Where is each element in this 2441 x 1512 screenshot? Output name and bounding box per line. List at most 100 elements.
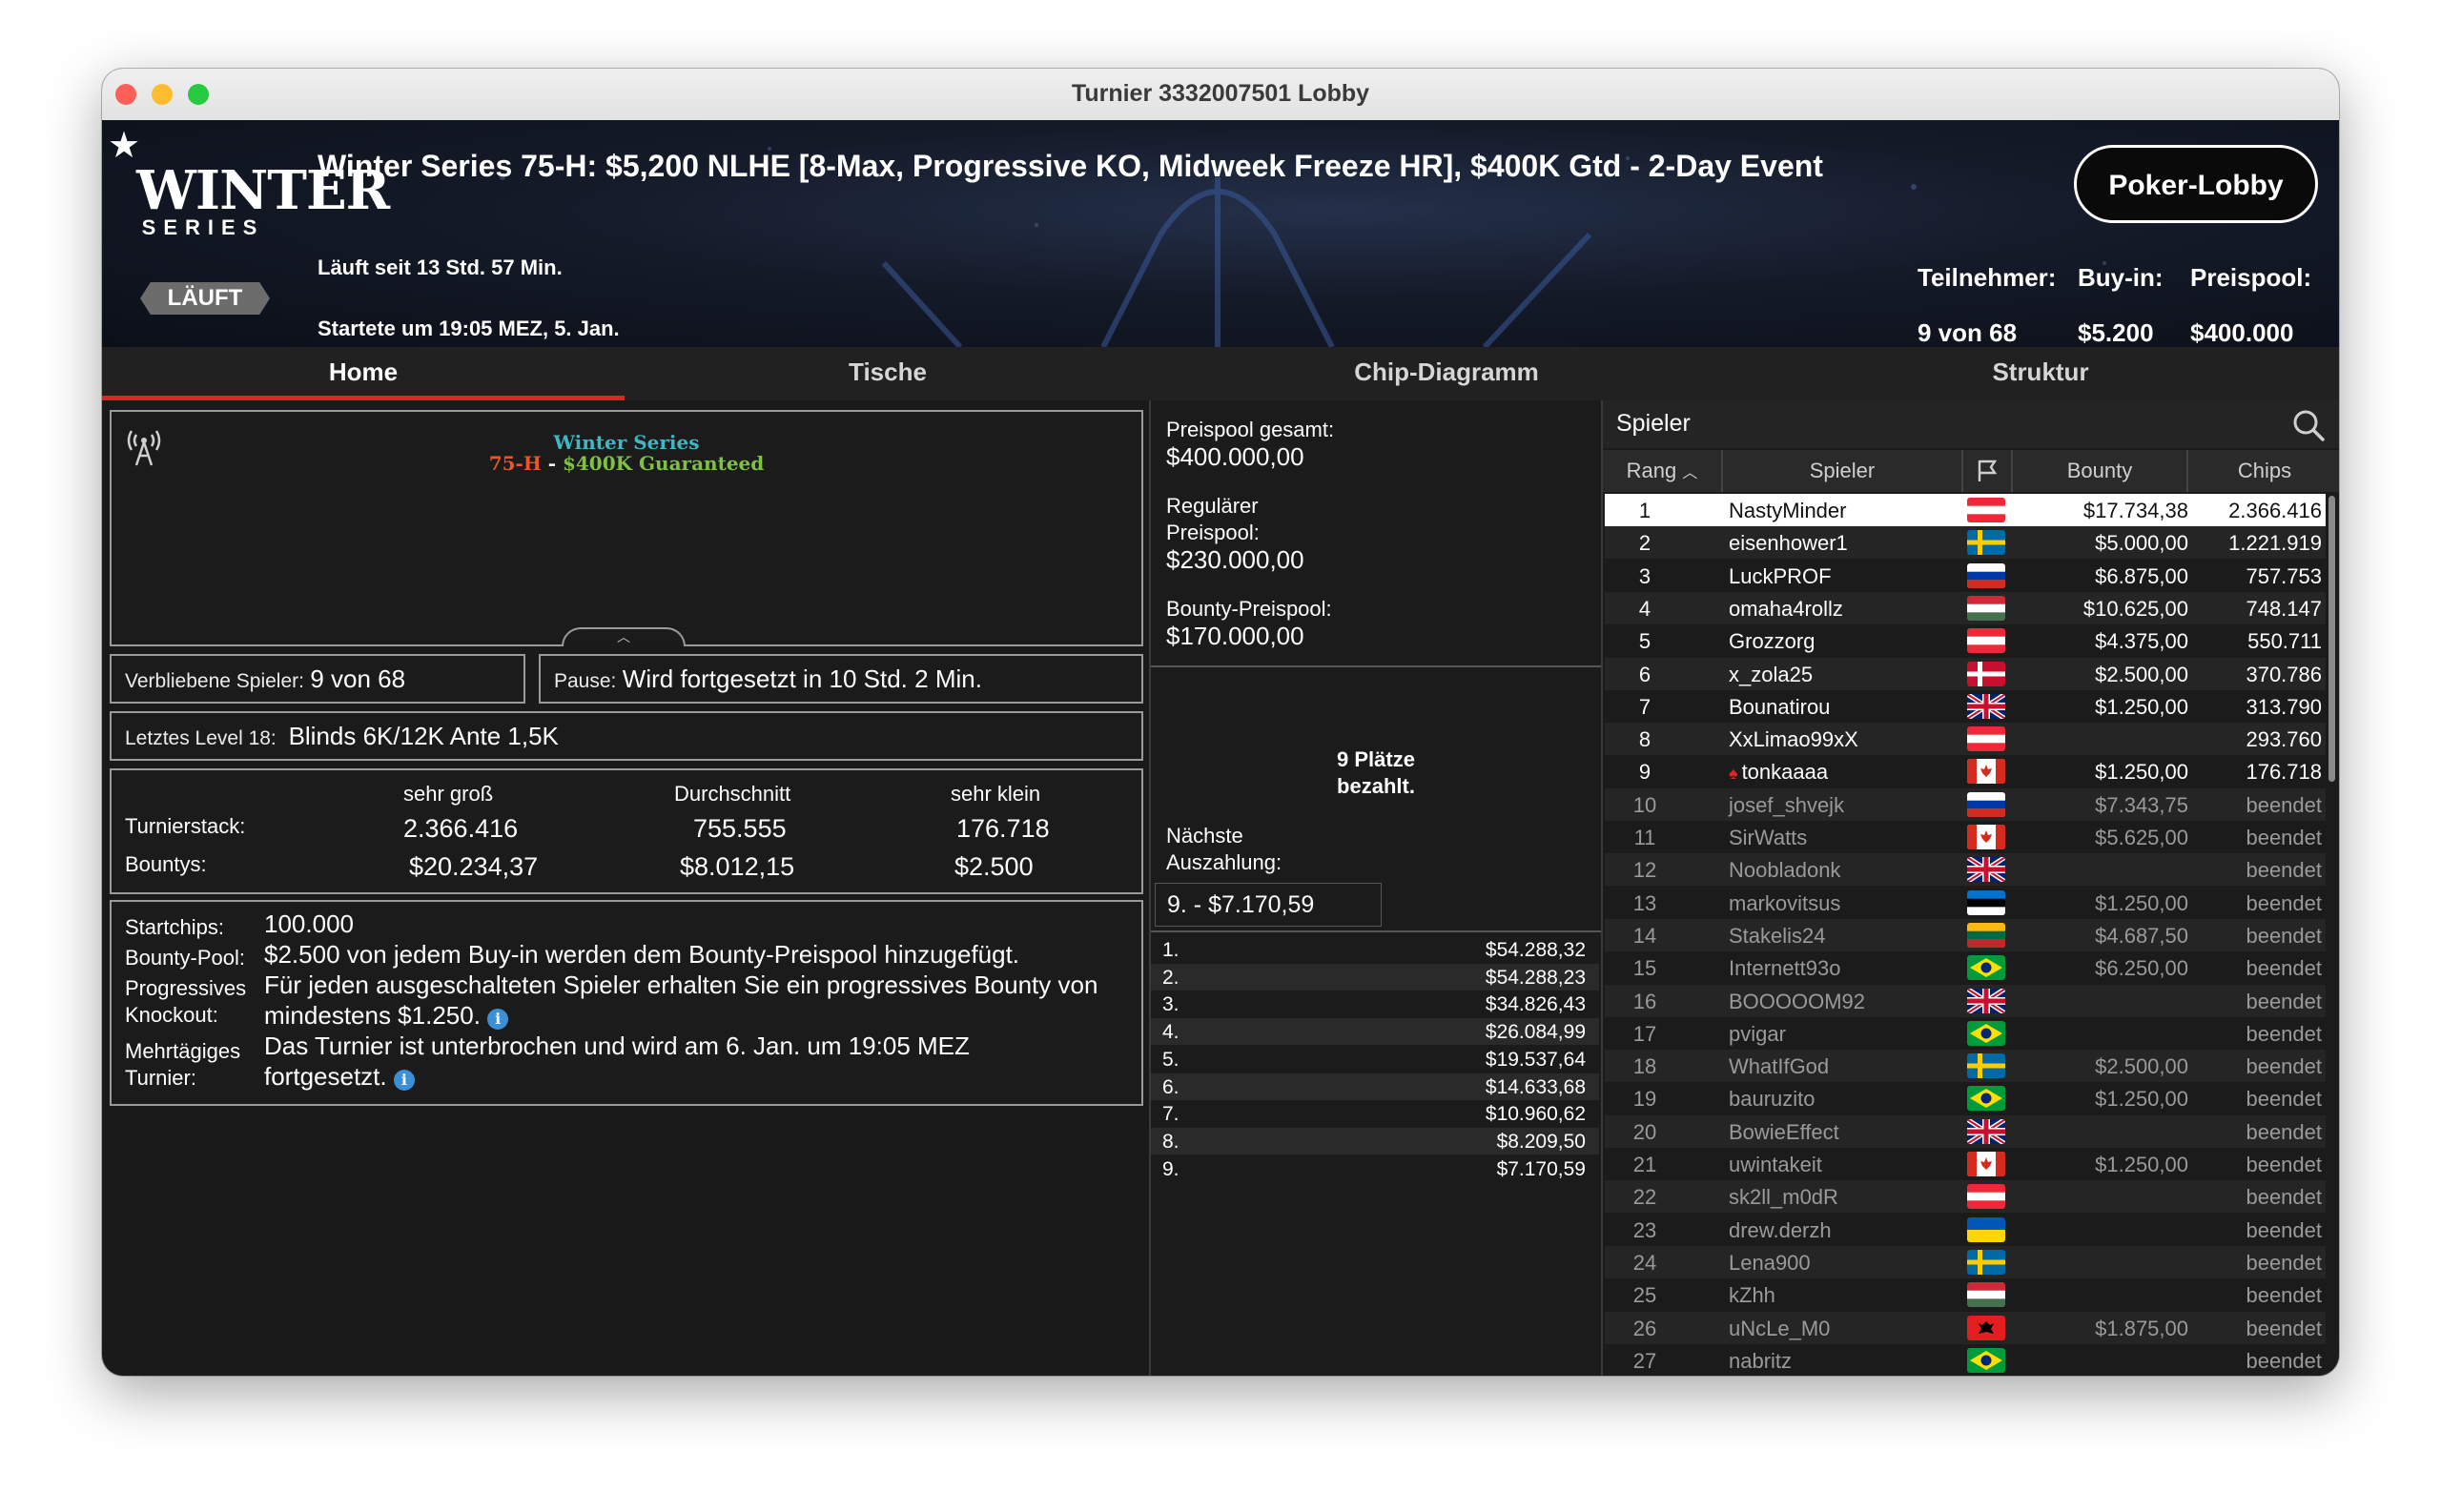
player-rank: 14 [1632, 923, 1657, 948]
divider [1151, 930, 1601, 932]
player-rank: 27 [1632, 1348, 1657, 1373]
player-row[interactable]: 8 XxLimao99xX 293.760 [1605, 723, 2326, 756]
player-rank: 21 [1632, 1153, 1657, 1176]
player-row[interactable]: 21 uwintakeit $1.250,00 beendet [1605, 1148, 2326, 1180]
buyin-label: Buy-in: [2078, 263, 2164, 292]
bounty-small-value: $2.500 [954, 852, 1034, 881]
stack-large-value: 2.366.416 [403, 814, 519, 843]
player-chips: beendet [2246, 956, 2322, 981]
player-column-header[interactable]: Spieler [1723, 450, 1963, 492]
player-row[interactable]: 20 BowieEffect beendet [1605, 1114, 2326, 1148]
country-flag-icon [1967, 1086, 2005, 1112]
bounty-column-header[interactable]: Bounty [2013, 450, 2188, 492]
player-bounty: $1.875,00 [2095, 1316, 2188, 1340]
player-row[interactable]: 23 drew.derzh beendet [1605, 1213, 2326, 1246]
player-row[interactable]: 15 Internett93o $6.250,00 beendet [1605, 951, 2326, 985]
player-row[interactable]: 27 nabritz beendet [1605, 1343, 2326, 1376]
payout-place: 4. [1162, 1021, 1179, 1044]
player-rank: 7 [1638, 694, 1651, 719]
info-label: Mehrtägiges [125, 1039, 241, 1063]
info-icon[interactable]: i [393, 1070, 415, 1091]
player-row[interactable]: 1 NastyMinder $17.734,38 2.366.416 [1605, 494, 2326, 526]
country-flag-icon [1967, 988, 2005, 1013]
player-row[interactable]: 7 Bounatirou $1.250,00 313.790 [1605, 689, 2326, 723]
stack-stats-box: sehr groß Durchschnitt sehr klein Turnie… [110, 768, 1143, 894]
player-name: bauruzito [1729, 1087, 1815, 1112]
player-row[interactable]: 19 bauruzito $1.250,00 beendet [1605, 1082, 2326, 1115]
player-name: nabritz [1729, 1348, 1793, 1373]
chips-column-header[interactable]: Chips [2188, 450, 2339, 492]
player-chips: 2.366.416 [2228, 499, 2322, 522]
player-row[interactable]: 22 sk2ll_m0dR beendet [1605, 1180, 2326, 1214]
player-bounty: $17.734,38 [2082, 499, 2188, 522]
player-row[interactable]: 17 pvigar beendet [1605, 1016, 2326, 1050]
lobby-window: Turnier 3332007501 Lobby ★ WINTER SERIES… [102, 69, 2339, 1376]
tab-chip-chart[interactable]: Chip-Diagramm [1151, 347, 1742, 400]
player-bounty: $4.375,00 [2095, 629, 2188, 654]
payout-amount: $14.633,68 [1485, 1075, 1586, 1098]
paid-places: 9 Plätze [1337, 747, 1415, 771]
stack-small-value: 176.718 [956, 814, 1050, 843]
payout-amount: $8.209,50 [1496, 1130, 1586, 1153]
payout-row: 9. $7.170,59 [1151, 1154, 1599, 1182]
player-row[interactable]: 11 SirWatts $5.625,00 beendet [1605, 821, 2326, 853]
player-name: WhatIfGod [1729, 1054, 1830, 1079]
player-row[interactable]: 18 WhatIfGod $2.500,00 beendet [1605, 1050, 2326, 1083]
player-chips: 748.147 [2246, 596, 2322, 621]
player-row[interactable]: 3 LuckPROF $6.875,00 757.753 [1605, 559, 2326, 592]
player-row[interactable]: 4 omaha4rollz $10.625,00 748.147 [1605, 591, 2326, 624]
info-icon[interactable]: i [487, 1009, 509, 1030]
tab-home[interactable]: Home [102, 347, 625, 400]
next-payout-label: Auszahlung: [1166, 850, 1282, 874]
player-row[interactable]: 2 eisenhower1 $5.000,00 1.221.919 [1605, 526, 2326, 560]
tab-tables[interactable]: Tische [625, 347, 1151, 400]
country-flag-icon [1967, 1118, 2005, 1144]
player-row[interactable]: 5 Grozzorg $4.375,00 550.711 [1605, 624, 2326, 658]
tab-bar: Home Tische Chip-Diagramm Struktur [102, 347, 2339, 400]
player-name: drew.derzh [1729, 1217, 1832, 1242]
payout-row: 3. $34.826,43 [1151, 991, 1599, 1018]
payout-amount: $10.960,62 [1485, 1103, 1586, 1126]
player-chips: beendet [2246, 1153, 2322, 1176]
player-rank: 18 [1632, 1054, 1657, 1079]
info-label: Bounty-Pool: [125, 946, 245, 970]
player-row[interactable]: 26 uNcLe_M0 $1.875,00 beendet [1605, 1311, 2326, 1344]
tab-structure[interactable]: Struktur [1742, 347, 2339, 400]
player-row[interactable]: 13 markovitsus $1.250,00 beendet [1605, 886, 2326, 919]
player-row[interactable]: 6 x_zola25 $2.500,00 370.786 [1605, 657, 2326, 690]
player-row[interactable]: 16 BOOOOOM92 beendet [1605, 984, 2326, 1017]
payout-row: 8. $8.209,50 [1151, 1127, 1599, 1154]
announcement-subtitle: 75-H - $400K Guaranteed [488, 452, 765, 475]
player-row[interactable]: 14 Stakelis24 $4.687,50 beendet [1605, 918, 2326, 951]
player-bounty: $1.250,00 [2095, 1087, 2188, 1112]
player-bounty: $1.250,00 [2095, 694, 2188, 719]
country-flag-icon [1967, 530, 2005, 556]
player-row[interactable]: 25 kZhh beendet [1605, 1278, 2326, 1312]
star-icon[interactable]: ★ [108, 124, 140, 167]
flag-column-header[interactable] [1963, 450, 2013, 492]
players-title: Spieler [1616, 410, 1691, 437]
player-rank: 23 [1632, 1217, 1657, 1242]
chevron-up-icon[interactable]: ︿ [562, 627, 686, 646]
poker-lobby-button[interactable]: Poker-Lobby [2074, 145, 2318, 223]
player-row[interactable]: 24 Lena900 beendet [1605, 1245, 2326, 1278]
country-flag-icon [1967, 628, 2005, 654]
start-time: Startete um 19:05 MEZ, 5. Jan. [318, 317, 620, 340]
info-text-line: fortgesetzt. i [264, 1062, 415, 1092]
players-scrollbar[interactable] [2328, 496, 2335, 782]
info-label: Turnier: [125, 1066, 196, 1090]
player-name: Lena900 [1729, 1250, 1811, 1275]
player-row[interactable]: 12 Noobladonk beendet [1605, 853, 2326, 887]
country-flag-icon [1967, 1184, 2005, 1210]
player-chips: beendet [2246, 1283, 2322, 1308]
player-row[interactable]: 10 josef_shvejk $7.343,75 beendet [1605, 787, 2326, 821]
player-name: kZhh [1729, 1283, 1775, 1308]
payout-amount: $7.170,59 [1496, 1157, 1586, 1180]
player-row[interactable]: 9 ♠ tonkaaaa $1.250,00 176.718 [1605, 755, 2326, 788]
player-chips: beendet [2246, 989, 2322, 1013]
player-name: Internett93o [1729, 956, 1841, 981]
search-icon[interactable] [2291, 408, 2326, 442]
player-rank: 4 [1638, 596, 1651, 621]
rank-column-header[interactable]: Rang ︿ [1603, 450, 1723, 492]
country-flag-icon [1967, 1282, 2005, 1308]
